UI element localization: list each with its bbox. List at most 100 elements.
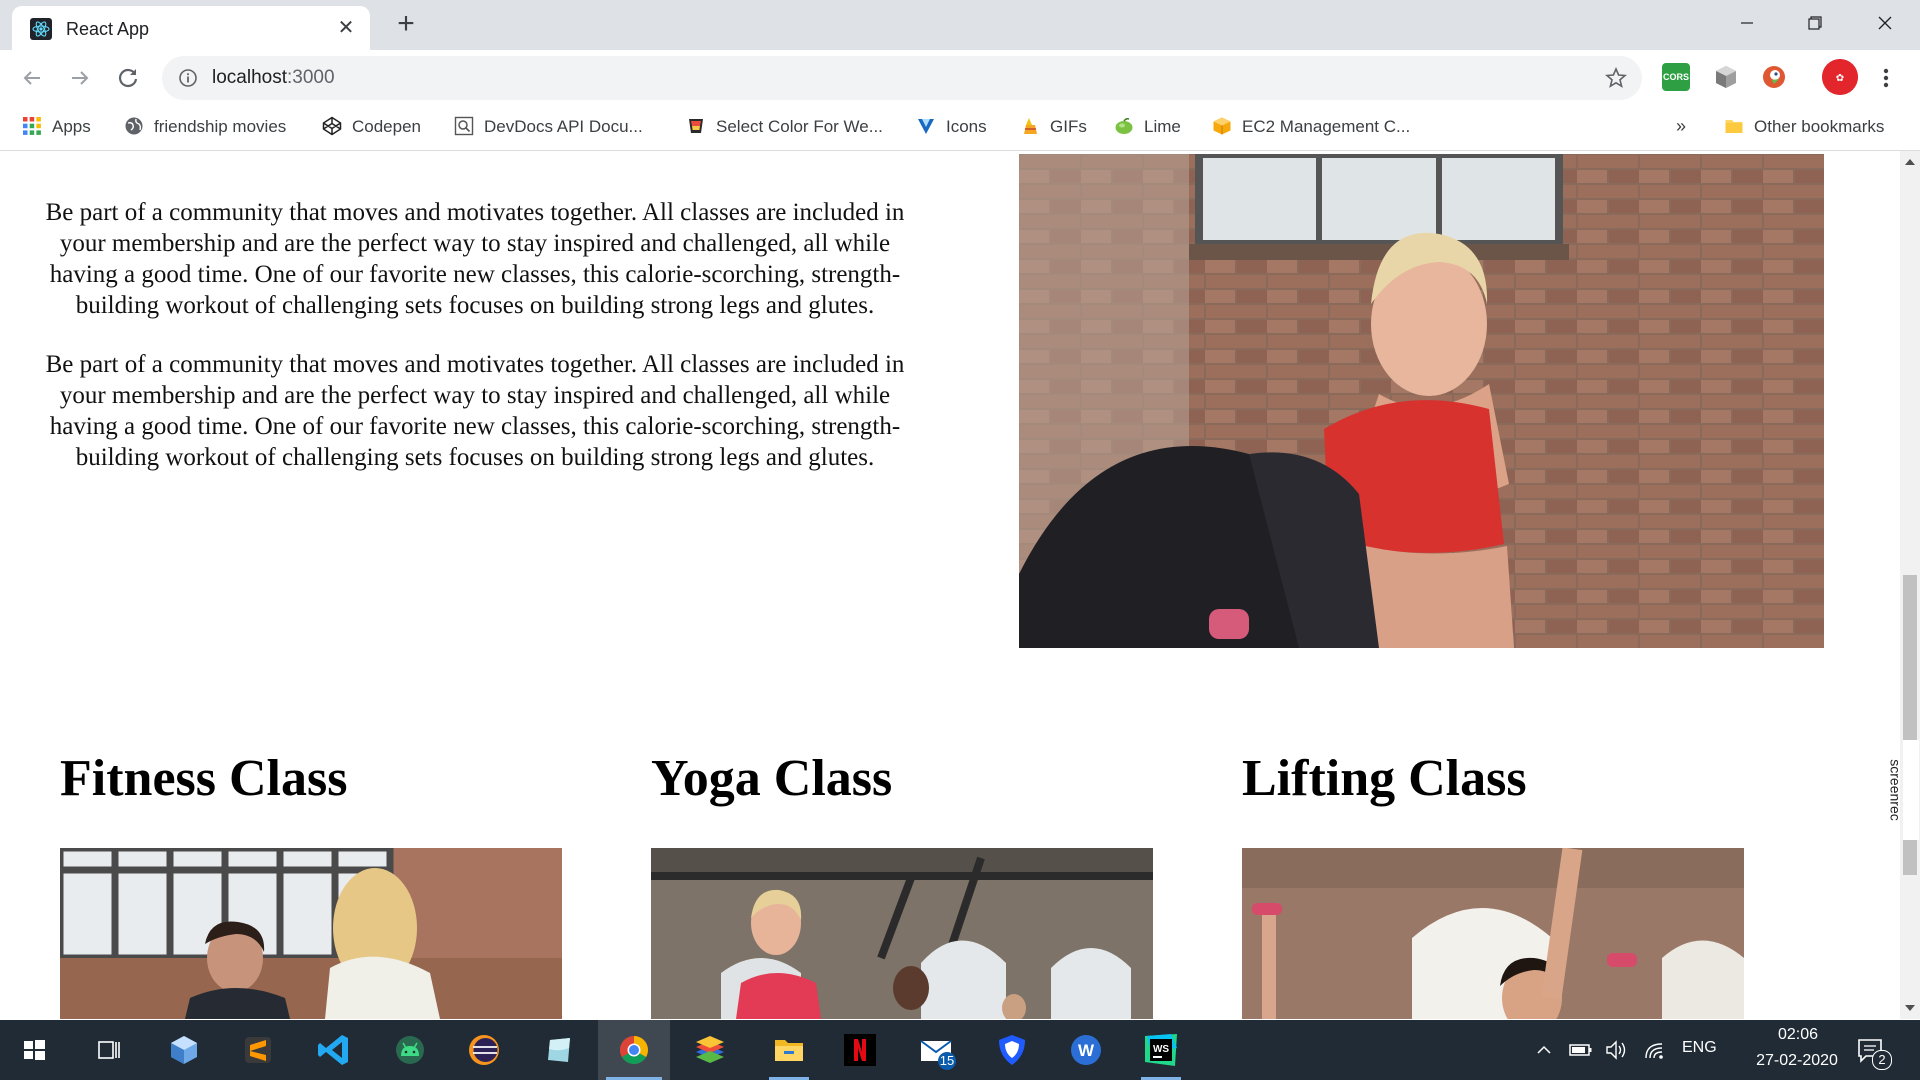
input-language-indicator[interactable]: ENG bbox=[1682, 1039, 1717, 1057]
bookmark-select-color[interactable]: Select Color For We... bbox=[686, 116, 883, 140]
webstorm-icon: WS bbox=[1145, 1034, 1177, 1066]
cube-extension-icon[interactable] bbox=[1712, 63, 1740, 91]
class-title-lifting: Lifting Class bbox=[1242, 750, 1527, 807]
eclipse-icon[interactable] bbox=[464, 1030, 504, 1070]
folder-icon bbox=[1725, 120, 1743, 133]
webstorm-taskbar-item[interactable]: WS bbox=[1136, 1020, 1186, 1080]
duckduckgo-extension-icon[interactable] bbox=[1760, 63, 1788, 91]
windows-taskbar: 15 W WS ENG 02:06 27-02-2020 2 bbox=[0, 1020, 1920, 1080]
bookmark-label: GIFs bbox=[1050, 117, 1087, 136]
netflix-icon[interactable] bbox=[840, 1030, 880, 1070]
notification-count-badge: 2 bbox=[1872, 1050, 1892, 1070]
bookmark-label: EC2 Management C... bbox=[1242, 117, 1411, 136]
bookmark-other-folder[interactable]: Other bookmarks bbox=[1724, 116, 1884, 140]
url-port: :3000 bbox=[287, 67, 335, 88]
bookmark-lime[interactable]: Lime bbox=[1114, 116, 1181, 140]
tab-title: React App bbox=[66, 19, 150, 39]
browser-tab-active[interactable]: React App ✕ bbox=[12, 6, 370, 50]
bookmark-ec2[interactable]: EC2 Management C... bbox=[1212, 116, 1410, 140]
cors-extension-icon[interactable]: CORS bbox=[1662, 63, 1690, 91]
color-picker-icon bbox=[689, 119, 703, 133]
site-info-icon[interactable] bbox=[178, 68, 198, 88]
back-arrow-icon[interactable] bbox=[16, 62, 48, 94]
hero-photo-woman-brick-wall bbox=[1019, 154, 1824, 648]
bookmark-label: Other bookmarks bbox=[1754, 117, 1885, 136]
page-scrollbar[interactable] bbox=[1900, 151, 1920, 1019]
bookmarks-bar: Apps friendship movies Codepen DevDocs A… bbox=[0, 106, 1920, 151]
fitness-class-photo bbox=[60, 848, 562, 1019]
scroll-up-arrow-icon[interactable] bbox=[1905, 159, 1915, 165]
show-hidden-icons-chevron-icon[interactable] bbox=[1534, 1040, 1554, 1060]
profile-avatar-icon[interactable]: ✿ bbox=[1822, 59, 1858, 95]
glass-app-icon[interactable] bbox=[540, 1030, 580, 1070]
file-explorer-taskbar-item[interactable] bbox=[764, 1020, 814, 1080]
tab-strip: React App ✕ + bbox=[0, 0, 1920, 50]
bookmark-icons[interactable]: Icons bbox=[916, 116, 987, 140]
bookmark-label: Apps bbox=[52, 117, 91, 136]
class-title-yoga: Yoga Class bbox=[651, 750, 893, 807]
bookmark-label: Codepen bbox=[352, 117, 422, 136]
mail-unread-badge: 15 bbox=[938, 1052, 956, 1070]
codepen-icon bbox=[322, 116, 342, 136]
clock-date[interactable]: 27-02-2020 bbox=[1732, 1052, 1862, 1070]
svg-text:W: W bbox=[1078, 1041, 1095, 1060]
sublime-text-icon[interactable] bbox=[238, 1030, 278, 1070]
battery-icon[interactable] bbox=[1568, 1040, 1594, 1060]
devdocs-icon bbox=[454, 116, 474, 136]
bookmark-star-icon[interactable] bbox=[1604, 66, 1628, 90]
bookmarks-overflow-chevron[interactable]: » bbox=[1676, 116, 1686, 137]
window-minimize-icon[interactable] bbox=[1724, 8, 1770, 38]
vuetify-icon bbox=[918, 119, 934, 134]
bluestacks-icon[interactable] bbox=[690, 1030, 730, 1070]
brave-shield-icon[interactable] bbox=[992, 1030, 1032, 1070]
intro-text-column: Be part of a community that moves and mo… bbox=[40, 197, 910, 501]
windows-start-icon[interactable] bbox=[14, 1030, 54, 1070]
mail-taskbar-item[interactable]: 15 bbox=[916, 1030, 956, 1070]
bookmark-gifs[interactable]: GIFs bbox=[1020, 116, 1087, 140]
bookmark-label: Lime bbox=[1144, 117, 1181, 136]
screenrec-label: screenrec bbox=[1887, 759, 1904, 821]
page-viewport: Be part of a community that moves and mo… bbox=[0, 151, 1900, 1019]
intro-paragraph: Be part of a community that moves and mo… bbox=[45, 351, 905, 471]
chrome-icon bbox=[620, 1036, 648, 1064]
lime-icon bbox=[1115, 118, 1133, 134]
window-restore-icon[interactable] bbox=[1792, 8, 1838, 38]
word-icon[interactable]: W bbox=[1066, 1030, 1106, 1070]
file-explorer-icon bbox=[775, 1040, 803, 1061]
reload-icon[interactable] bbox=[112, 62, 144, 94]
vscode-icon[interactable] bbox=[314, 1030, 354, 1070]
url-text[interactable]: localhost:3000 bbox=[212, 67, 335, 89]
scroll-down-arrow-icon[interactable] bbox=[1905, 1005, 1915, 1011]
bookmark-devdocs[interactable]: DevDocs API Docu... bbox=[454, 116, 643, 140]
forward-arrow-icon[interactable] bbox=[64, 62, 96, 94]
network-wifi-icon[interactable] bbox=[1642, 1038, 1668, 1062]
bookmark-label: friendship movies bbox=[154, 117, 287, 136]
lifting-class-photo bbox=[1242, 848, 1744, 1019]
chrome-taskbar-item[interactable] bbox=[598, 1020, 670, 1080]
chrome-menu-icon[interactable] bbox=[1876, 62, 1896, 94]
address-bar[interactable]: localhost:3000 bbox=[162, 56, 1642, 100]
tab-close-icon[interactable]: ✕ bbox=[334, 16, 358, 40]
clock-time[interactable]: 02:06 bbox=[1758, 1026, 1838, 1044]
bookmark-label: DevDocs API Docu... bbox=[484, 117, 643, 136]
browser-toolbar: localhost:3000 CORS ✿ bbox=[0, 50, 1920, 106]
giphy-icon bbox=[1024, 118, 1037, 134]
3d-cube-app-icon[interactable] bbox=[164, 1030, 204, 1070]
class-title-fitness: Fitness Class bbox=[60, 750, 348, 807]
screenrec-overlay-tab[interactable]: screenrec bbox=[1888, 740, 1919, 840]
globe-icon bbox=[125, 117, 143, 135]
window-close-icon[interactable] bbox=[1862, 8, 1908, 38]
action-center-button[interactable]: 2 bbox=[1854, 1034, 1892, 1070]
react-logo-icon bbox=[30, 18, 52, 40]
task-view-icon[interactable] bbox=[88, 1030, 128, 1070]
url-host: localhost bbox=[212, 67, 287, 88]
volume-icon[interactable] bbox=[1604, 1038, 1630, 1062]
svg-text:✿: ✿ bbox=[1836, 73, 1844, 84]
new-tab-plus-icon[interactable]: + bbox=[392, 9, 420, 39]
bookmark-apps[interactable]: Apps bbox=[22, 116, 91, 140]
aws-box-icon bbox=[1213, 117, 1231, 135]
bookmark-label: Icons bbox=[946, 117, 987, 136]
bookmark-friendship-movies[interactable]: friendship movies bbox=[124, 116, 286, 140]
bookmark-codepen[interactable]: Codepen bbox=[322, 116, 421, 140]
android-studio-icon[interactable] bbox=[390, 1030, 430, 1070]
